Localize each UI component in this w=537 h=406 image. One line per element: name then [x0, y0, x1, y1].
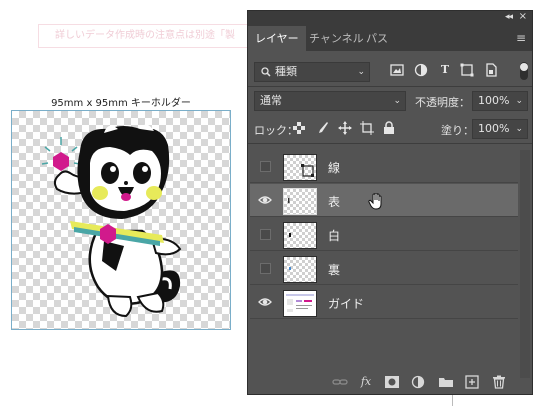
- mascot-illustration: [41, 124, 182, 318]
- lock-row: ロック： 塗り： 100% ⌄: [248, 117, 532, 141]
- hand-cursor-icon: [368, 193, 382, 210]
- layer-name: 白: [328, 229, 341, 243]
- visibility-toggle[interactable]: [260, 161, 271, 172]
- opacity-label: 不透明度：: [415, 96, 470, 109]
- chevron-down-icon: ⌄: [393, 96, 401, 106]
- fill-value: 100%: [478, 122, 510, 135]
- filter-kind-select[interactable]: 種類 ⌄: [254, 62, 370, 82]
- blend-row: 通常 ⌄ 不透明度： 100% ⌄: [248, 89, 532, 113]
- filter-kind-value: 種類: [275, 65, 297, 78]
- fx-icon[interactable]: fx: [358, 375, 374, 389]
- folder-icon[interactable]: [438, 375, 454, 389]
- visibility-toggle[interactable]: [260, 263, 271, 274]
- close-icon[interactable]: ×: [519, 11, 527, 22]
- gem-graphic: [53, 152, 69, 171]
- link-icon[interactable]: [332, 375, 348, 389]
- eye-icon[interactable]: [258, 193, 272, 207]
- type-filter-icon[interactable]: T: [438, 63, 452, 77]
- smart-object-filter-icon[interactable]: [484, 63, 498, 77]
- adjustment-filter-icon[interactable]: [414, 63, 428, 77]
- lock-all-icon[interactable]: [383, 121, 395, 135]
- divider: [248, 143, 532, 144]
- layer-name: 裏: [328, 263, 341, 277]
- fill-label: 塗り：: [441, 124, 474, 137]
- chevron-down-icon: ⌄: [515, 124, 523, 134]
- lock-artboard-icon[interactable]: [360, 121, 374, 135]
- panel-tabbar: レイヤー チャンネル パス ≡: [248, 26, 532, 51]
- filter-row: 種類 ⌄ T: [248, 59, 532, 85]
- opacity-value: 100%: [478, 94, 510, 107]
- blend-mode-select[interactable]: 通常 ⌄: [254, 91, 406, 111]
- layer-row[interactable]: 白: [250, 218, 518, 251]
- layers-panel: ◂◂ × レイヤー チャンネル パス ≡ 種類 ⌄ T 通常 ⌄ 不透明度： 1…: [247, 10, 533, 395]
- layer-thumbnail: [283, 290, 317, 317]
- collapse-icon[interactable]: ◂◂: [505, 12, 513, 22]
- layer-thumbnail: [283, 188, 317, 215]
- layer-row[interactable]: ガイド: [250, 286, 518, 319]
- image-filter-icon[interactable]: [390, 63, 404, 77]
- search-icon: [261, 67, 271, 77]
- layer-row[interactable]: 線: [250, 150, 518, 183]
- artboard-title: 95mm x 95mm キーホルダー: [51, 98, 191, 109]
- visibility-toggle[interactable]: [260, 229, 271, 240]
- new-layer-icon[interactable]: [464, 375, 480, 389]
- layer-scrollbar[interactable]: [520, 150, 530, 378]
- lock-transparency-icon[interactable]: [293, 122, 305, 134]
- lock-label: ロック：: [254, 124, 298, 137]
- layer-row-selected[interactable]: 表: [250, 184, 518, 217]
- shape-filter-icon[interactable]: [460, 63, 474, 77]
- layer-row[interactable]: 裏: [250, 252, 518, 285]
- lock-pixels-icon[interactable]: [315, 121, 329, 135]
- blend-mode-value: 通常: [260, 94, 282, 107]
- filter-toggle[interactable]: [520, 62, 528, 80]
- eye-icon[interactable]: [258, 295, 272, 309]
- notice-banner: 詳しいデータ作成時の注意点は別途「製: [38, 24, 268, 48]
- layer-name: 線: [328, 161, 341, 175]
- layer-thumbnail: [283, 256, 317, 283]
- tab-paths[interactable]: パス: [359, 26, 395, 51]
- fill-input[interactable]: 100% ⌄: [472, 119, 528, 139]
- divider: [248, 86, 532, 87]
- layer-thumbnail: [283, 222, 317, 249]
- trash-icon[interactable]: [491, 375, 507, 389]
- mask-icon[interactable]: [384, 375, 400, 389]
- chevron-down-icon: ⌄: [515, 96, 523, 106]
- panel-menu-icon[interactable]: ≡: [516, 31, 526, 45]
- panel-footer: fx: [248, 371, 532, 395]
- adjustment-icon[interactable]: [410, 375, 426, 389]
- chevron-down-icon: ⌄: [357, 67, 365, 77]
- artboard-canvas[interactable]: [11, 110, 231, 330]
- layer-name: 表: [328, 195, 341, 209]
- panel-title-bar[interactable]: ◂◂ ×: [248, 11, 532, 26]
- layer-thumbnail: [283, 154, 317, 181]
- layer-name: ガイド: [328, 297, 365, 311]
- tab-layers[interactable]: レイヤー: [248, 26, 306, 51]
- opacity-input[interactable]: 100% ⌄: [472, 91, 528, 111]
- lock-position-icon[interactable]: [338, 121, 352, 135]
